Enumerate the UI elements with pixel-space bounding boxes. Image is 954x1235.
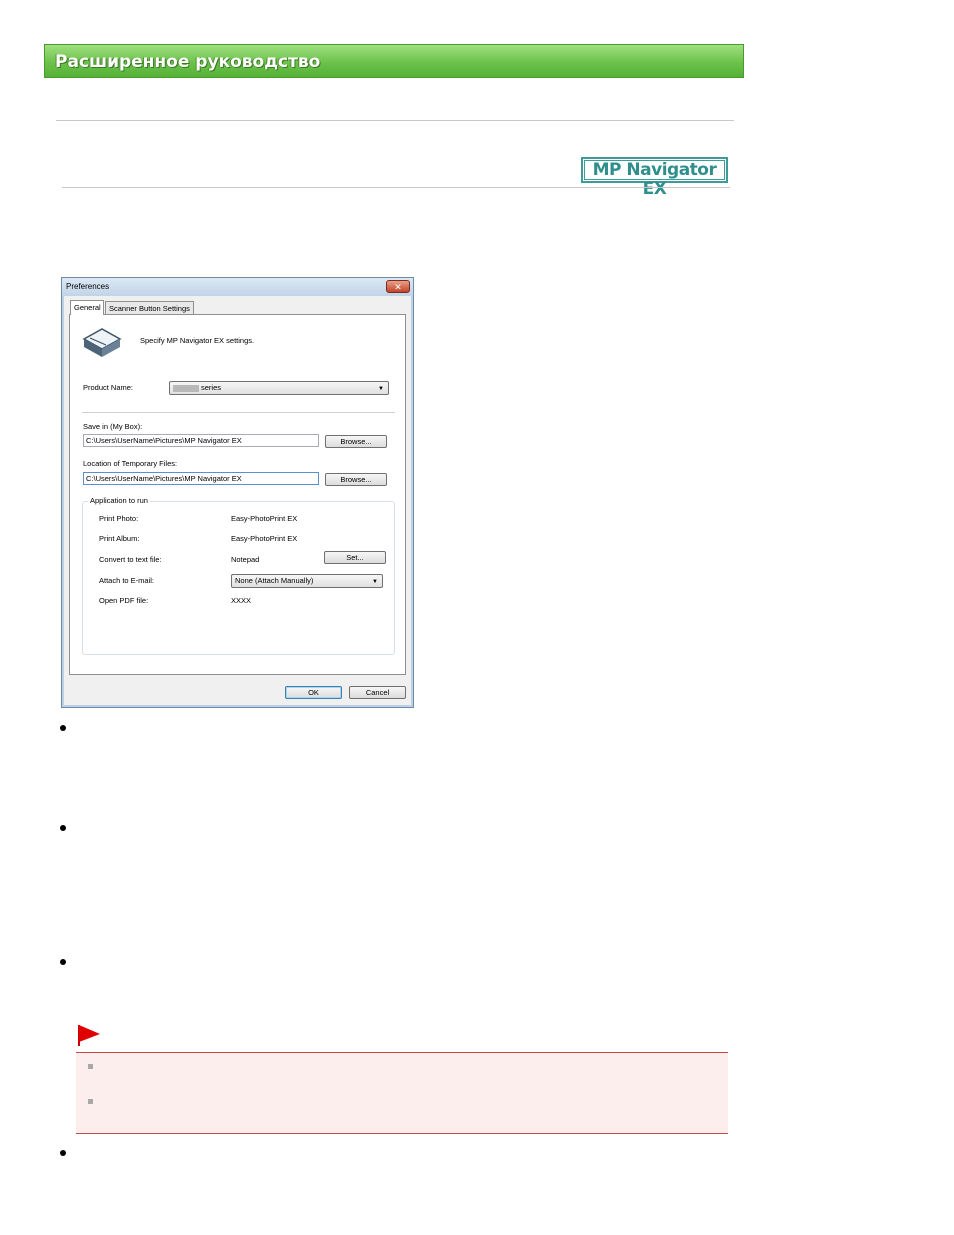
attach-email-dropdown[interactable]: None (Attach Manually) ▼ <box>231 574 383 588</box>
attach-email-label: Attach to E-mail: <box>99 576 155 585</box>
save-in-label: Save in (My Box): <box>83 422 143 431</box>
preferences-dialog: Preferences ✕ General Scanner Button Set… <box>61 277 414 708</box>
dialog-body: General Scanner Button Settings Specify … <box>64 296 411 705</box>
product-name-label: Product Name: <box>83 383 134 392</box>
page-header-title: Расширенное руководство <box>55 52 321 72</box>
bullet-icon <box>60 1150 66 1156</box>
product-badge: MP Navigator EX <box>581 157 728 199</box>
important-note-box <box>76 1052 728 1134</box>
dialog-titlebar: Preferences ✕ <box>62 278 413 296</box>
tab-general[interactable]: General <box>70 300 104 315</box>
tab-scanner-button-settings[interactable]: Scanner Button Settings <box>105 301 194 315</box>
print-photo-value: Easy-PhotoPrint EX <box>231 514 298 523</box>
print-album-label: Print Album: <box>99 534 140 543</box>
convert-text-label: Convert to text file: <box>99 555 162 564</box>
temp-files-browse-button[interactable]: Browse... <box>325 473 387 486</box>
application-to-run-group: Application to run Print Photo: Easy-Pho… <box>82 496 395 655</box>
square-bullet-icon <box>88 1064 93 1069</box>
tab-scanner-button-settings-label: Scanner Button Settings <box>109 304 190 313</box>
product-badge-label: MP Navigator EX <box>584 160 725 199</box>
convert-text-value: Notepad <box>231 555 260 564</box>
scanner-icon <box>82 328 122 357</box>
save-in-browse-button[interactable]: Browse... <box>325 435 387 448</box>
product-name-redacted <box>173 384 199 392</box>
open-pdf-value: XXXX <box>231 596 252 605</box>
divider-top <box>56 120 734 121</box>
panel-separator <box>82 412 395 413</box>
bullet-icon <box>60 725 66 731</box>
open-pdf-label: Open PDF file: <box>99 596 149 605</box>
product-name-value: series <box>201 383 222 392</box>
red-flag-icon <box>78 1025 100 1046</box>
dropdown-arrow-icon: ▼ <box>372 579 378 585</box>
divider-bottom <box>62 187 730 188</box>
dropdown-arrow-icon: ▼ <box>378 386 384 392</box>
close-icon[interactable]: ✕ <box>386 280 410 293</box>
print-photo-label: Print Photo: <box>99 514 139 523</box>
group-label: Application to run <box>88 496 150 505</box>
page-header-banner: Расширенное руководство <box>44 44 744 78</box>
bullet-icon <box>60 825 66 831</box>
intro-text: Specify MP Navigator EX settings. <box>140 336 255 345</box>
product-name-dropdown[interactable]: series ▼ <box>169 381 389 395</box>
print-album-value: Easy-PhotoPrint EX <box>231 534 298 543</box>
dialog-title: Preferences <box>66 282 110 291</box>
save-in-field[interactable]: C:\Users\UserName\Pictures\MP Navigator … <box>83 434 319 447</box>
tab-general-label: General <box>74 303 101 312</box>
temp-files-label: Location of Temporary Files: <box>83 459 178 468</box>
square-bullet-icon <box>88 1099 93 1104</box>
temp-files-field[interactable]: C:\Users\UserName\Pictures\MP Navigator … <box>83 472 319 485</box>
general-panel: Specify MP Navigator EX settings. Produc… <box>69 314 406 675</box>
bullet-icon <box>60 959 66 965</box>
cancel-button[interactable]: Cancel <box>349 686 406 699</box>
attach-email-value: None (Attach Manually) <box>235 576 314 585</box>
ok-button[interactable]: OK <box>285 686 342 699</box>
convert-text-set-button[interactable]: Set... <box>324 551 386 564</box>
